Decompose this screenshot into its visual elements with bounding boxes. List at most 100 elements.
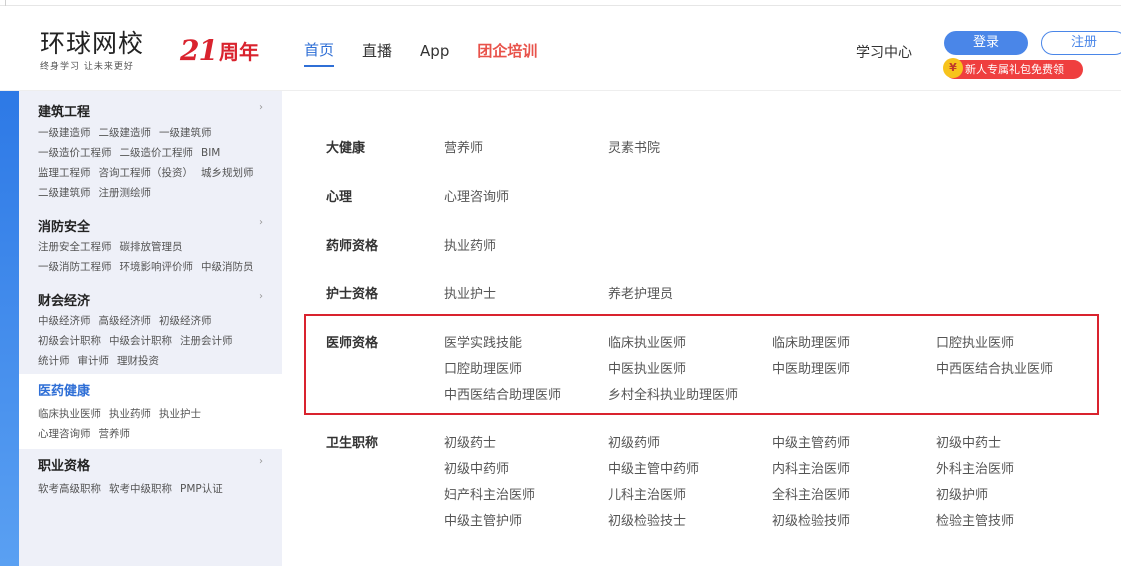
sidebar-link[interactable]: 理财投资	[117, 355, 159, 367]
sidebar-link-row: 一级建造师 二级建造师 一级建筑师	[38, 125, 220, 140]
panel-item-link[interactable]: 初级中药士	[936, 432, 1001, 451]
sidebar-category[interactable]: 建筑工程 › 一级建造师 二级建造师 一级建筑师 一级造价工程师 二级造价工程师 BIM 监理工…	[19, 91, 282, 206]
sidebar-link-row: 统计师 审计师 理财投资	[38, 353, 167, 368]
sidebar-link[interactable]: 一级建造师	[38, 127, 91, 139]
sidebar-link[interactable]: 城乡规划师	[201, 167, 254, 179]
sidebar-link[interactable]: 一级建筑师	[159, 127, 212, 139]
top-strip-corner	[0, 0, 6, 6]
sidebar-link[interactable]: 中级经济师	[38, 315, 91, 327]
sidebar-link[interactable]: 执业药师	[109, 408, 151, 420]
sidebar-category-title[interactable]: 消防安全	[38, 216, 90, 235]
sidebar-link[interactable]: 注册会计师	[180, 335, 233, 347]
sidebar-link-row: 注册安全工程师 碳排放管理员	[38, 239, 191, 254]
sidebar-link[interactable]: 初级会计职称	[38, 335, 101, 347]
sidebar-link[interactable]: 监理工程师	[38, 167, 91, 179]
chevron-right-icon: ›	[259, 217, 263, 228]
sidebar-link-row: 一级消防工程师 环境影响评价师 中级消防员	[38, 259, 262, 274]
panel-item-link[interactable]: 检验主管技师	[936, 510, 1014, 529]
anniversary-badge: 21 周年	[180, 33, 259, 67]
sidebar-link[interactable]: 中级会计职称	[109, 335, 172, 347]
sidebar-link[interactable]: 碳排放管理员	[120, 241, 183, 253]
panel-row-label: 卫生职称	[326, 436, 379, 451]
sidebar-category[interactable]: 职业资格 › 软考高级职称 软考中级职称 PMP认证	[19, 449, 282, 499]
panel-item-link[interactable]: 口腔执业医师	[936, 332, 1014, 351]
sidebar-link[interactable]: 营养师	[99, 428, 131, 440]
panel-item-link[interactable]: 中医助理医师	[772, 358, 850, 377]
sidebar-link[interactable]: 执业护士	[159, 408, 201, 420]
sidebar-link[interactable]: PMP认证	[180, 483, 223, 495]
sidebar-link[interactable]: 注册安全工程师	[38, 241, 112, 253]
new-user-gift-badge[interactable]: ¥ 新人专属礼包免费领	[943, 58, 1083, 79]
sidebar-link[interactable]: 临床执业医师	[38, 408, 101, 420]
sidebar-link[interactable]: 一级消防工程师	[38, 261, 112, 273]
sidebar-link[interactable]: 高级经济师	[99, 315, 152, 327]
panel-item-link[interactable]: 养老护理员	[608, 283, 673, 302]
panel-row-label: 医师资格	[326, 336, 379, 351]
sidebar-link[interactable]: 一级造价工程师	[38, 147, 112, 159]
panel-item-link[interactable]: 中级主管护师	[444, 510, 522, 529]
nav-app[interactable]: App	[420, 42, 449, 65]
nav-home[interactable]: 首页	[304, 39, 335, 67]
sidebar-link[interactable]: 审计师	[78, 355, 110, 367]
sidebar-category[interactable]: 医药健康 临床执业医师 执业药师 执业护士 心理咨询师 营养师	[19, 374, 282, 449]
login-button[interactable]: 登录	[944, 31, 1028, 55]
sidebar-category[interactable]: 消防安全 › 注册安全工程师 碳排放管理员 一级消防工程师 环境影响评价师 中级消防员	[19, 206, 282, 284]
panel-item-link[interactable]: 初级药师	[608, 432, 660, 451]
panel-item-link[interactable]: 中级主管药师	[772, 432, 850, 451]
sidebar-link[interactable]: BIM	[201, 147, 220, 159]
nav-live[interactable]: 直播	[362, 40, 392, 66]
sidebar-link-row: 临床执业医师 执业药师 执业护士	[38, 406, 209, 421]
sidebar-category-title[interactable]: 财会经济	[38, 290, 90, 309]
panel-item-link[interactable]: 临床助理医师	[772, 332, 850, 351]
sidebar-link[interactable]: 中级消防员	[201, 261, 254, 273]
panel-item-link[interactable]: 执业护士	[444, 283, 496, 302]
panel-item-link[interactable]: 初级中药师	[444, 458, 509, 477]
logo-slogan: 终身学习 让未来更好	[40, 62, 134, 72]
logo-wordmark: 环球网校	[40, 29, 145, 58]
sidebar-link[interactable]: 二级造价工程师	[120, 147, 194, 159]
panel-item-link[interactable]: 中西医结合助理医师	[444, 384, 561, 403]
sidebar-link[interactable]: 软考高级职称	[38, 483, 101, 495]
panel-item-link[interactable]: 灵素书院	[608, 137, 660, 156]
panel-item-link[interactable]: 妇产科主治医师	[444, 484, 535, 503]
panel-item-link[interactable]: 乡村全科执业助理医师	[608, 384, 738, 403]
sidebar-link-row: 中级经济师 高级经济师 初级经济师	[38, 313, 220, 328]
sidebar-link[interactable]: 软考中级职称	[109, 483, 172, 495]
sidebar-link[interactable]: 咨询工程师（投资）	[99, 167, 194, 179]
site-logo[interactable]: 环球网校 终身学习 让未来更好	[40, 31, 160, 75]
sidebar-link[interactable]: 二级建造师	[99, 127, 152, 139]
sidebar-link[interactable]: 初级经济师	[159, 315, 212, 327]
study-center-link[interactable]: 学习中心	[856, 42, 912, 62]
panel-item-link[interactable]: 初级检验技师	[772, 510, 850, 529]
top-strip	[0, 0, 1121, 6]
sidebar-link[interactable]: 心理咨询师	[38, 428, 91, 440]
panel-item-link[interactable]: 初级药士	[444, 432, 496, 451]
panel-item-link[interactable]: 中西医结合执业医师	[936, 358, 1053, 377]
sidebar-link[interactable]: 注册测绘师	[99, 187, 152, 199]
sidebar-category-title[interactable]: 建筑工程	[38, 101, 90, 120]
panel-item-link[interactable]: 口腔助理医师	[444, 358, 522, 377]
panel-row-label: 心理	[326, 190, 353, 205]
panel-item-link[interactable]: 中医执业医师	[608, 358, 686, 377]
panel-item-link[interactable]: 临床执业医师	[608, 332, 686, 351]
register-button[interactable]: 注册	[1041, 31, 1121, 55]
sidebar-category-title[interactable]: 医药健康	[38, 380, 90, 399]
panel-item-link[interactable]: 全科主治医师	[772, 484, 850, 503]
sidebar-link[interactable]: 统计师	[38, 355, 70, 367]
panel-item-link[interactable]: 外科主治医师	[936, 458, 1014, 477]
sidebar-category-title[interactable]: 职业资格	[38, 455, 90, 474]
panel-item-link[interactable]: 内科主治医师	[772, 458, 850, 477]
panel-item-link[interactable]: 中级主管中药师	[608, 458, 699, 477]
panel-item-link[interactable]: 初级护师	[936, 484, 988, 503]
panel-item-link[interactable]: 初级检验技士	[608, 510, 686, 529]
sidebar-category[interactable]: 财会经济 › 中级经济师 高级经济师 初级经济师 初级会计职称 中级会计职称 注册会计师 统计师…	[19, 284, 282, 374]
panel-item-link[interactable]: 营养师	[444, 137, 483, 156]
panel-item-link[interactable]: 儿科主治医师	[608, 484, 686, 503]
sidebar-link[interactable]: 环境影响评价师	[120, 261, 194, 273]
nav-enterprise-training[interactable]: 团企培训	[477, 40, 537, 66]
sidebar-link-row: 监理工程师 咨询工程师（投资） 城乡规划师	[38, 165, 262, 180]
panel-item-link[interactable]: 执业药师	[444, 235, 496, 254]
sidebar-link[interactable]: 二级建筑师	[38, 187, 91, 199]
panel-item-link[interactable]: 心理咨询师	[444, 186, 509, 205]
panel-item-link[interactable]: 医学实践技能	[444, 332, 522, 351]
